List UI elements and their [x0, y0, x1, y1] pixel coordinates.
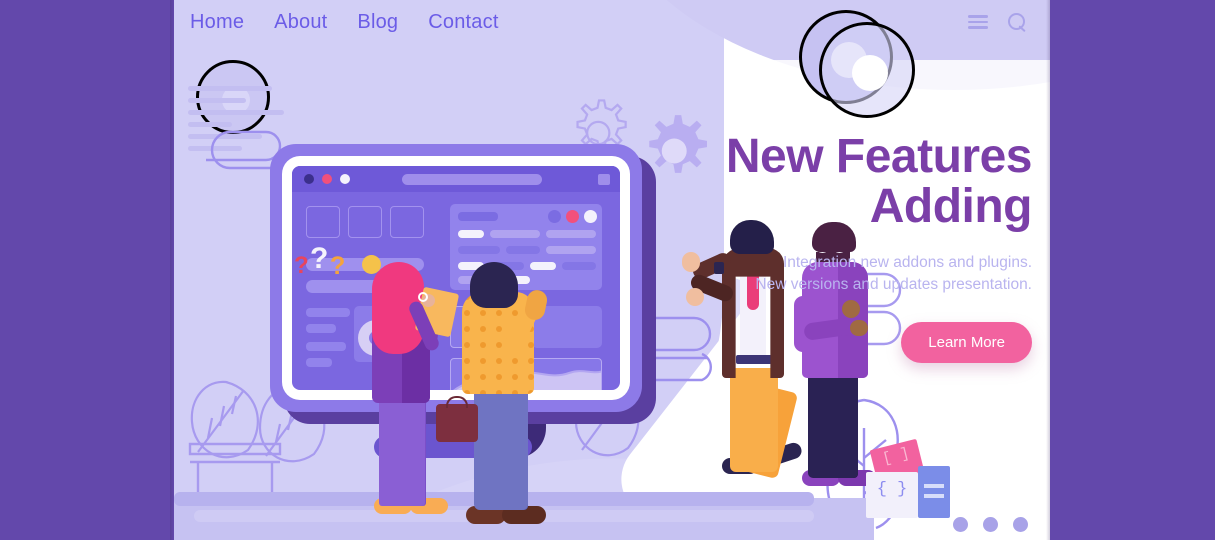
panel-row-2b: [506, 246, 540, 254]
panel-row-1a: [458, 230, 484, 238]
man-orange-hair: [470, 262, 518, 308]
browser-dot-3: [340, 174, 350, 184]
dashboard-line-1: [306, 308, 350, 317]
panel-row-3d: [562, 262, 596, 270]
hero-stage: ? ? ? [] {} Home About Blog Contact Ne…: [174, 0, 1050, 540]
woman-legs: [379, 388, 425, 506]
dashboard-line-4: [306, 358, 332, 367]
dashboard-card-1: [306, 206, 340, 238]
dashboard-line-2: [306, 324, 336, 333]
hamburger-menu-icon[interactable]: [968, 15, 988, 29]
nav-link-about[interactable]: About: [274, 11, 327, 34]
page-title-line-2: Adding: [869, 180, 1033, 233]
carousel-dot-1[interactable]: [953, 517, 968, 532]
book-side-line-2: [924, 494, 944, 498]
briefcase-icon: [436, 404, 478, 442]
frame-left: [0, 0, 174, 540]
dashboard-card-2: [348, 206, 382, 238]
browser-address-bar: [402, 174, 542, 185]
learn-more-button[interactable]: Learn More: [901, 322, 1032, 363]
page-title-line-1: New Features: [725, 130, 1033, 183]
nav-link-blog[interactable]: Blog: [357, 11, 398, 34]
nav-icons: [968, 13, 1026, 31]
panel-dot-2: [566, 210, 579, 223]
nav-link-contact[interactable]: Contact: [428, 11, 498, 34]
search-icon[interactable]: [1008, 13, 1026, 31]
panel-row-1c: [546, 230, 596, 238]
woman-earring: [418, 292, 428, 302]
monitor: [270, 144, 642, 412]
man-purple-legs: [808, 368, 858, 478]
book-side-line-1: [924, 484, 944, 488]
panel-title: [458, 212, 498, 221]
panel-row-2c: [546, 246, 596, 254]
frame-shadow-right: [1046, 0, 1050, 540]
hero-subtitle-line-1: Integration new addons and plugins.: [782, 254, 1032, 271]
frame-shadow-left: [170, 0, 174, 540]
panel-row-2a: [458, 246, 500, 254]
browser-dot-2: [322, 174, 332, 184]
briefcase-handle: [446, 396, 468, 408]
hero-subtitle-line-2: New versions and updates presentation.: [755, 276, 1032, 293]
page-title: New Features Adding: [702, 130, 1033, 233]
panel-dot-1: [548, 210, 561, 223]
nav-links: Home About Blog Contact: [190, 11, 499, 34]
carousel-dot-3[interactable]: [1013, 517, 1028, 532]
man-brown-hand-up: [682, 252, 700, 272]
carousel-dots: [953, 517, 1028, 532]
book-front-symbol: { }: [876, 480, 908, 499]
dashboard-line-3: [306, 342, 346, 351]
frame-right: [1050, 0, 1215, 540]
question-mark-2: ?: [310, 242, 329, 275]
hero-subtitle: Integration new addons and plugins. New …: [702, 252, 1032, 296]
book-side: [918, 466, 950, 518]
browser-dot-1: [304, 174, 314, 184]
panel-dot-3: [584, 210, 597, 223]
panel-row-1b: [490, 230, 540, 238]
hero-copy: New Features Adding Integration new addo…: [702, 130, 1033, 363]
carousel-dot-2[interactable]: [983, 517, 998, 532]
nav-link-home[interactable]: Home: [190, 11, 244, 34]
question-mark-3: ?: [330, 252, 346, 280]
panel-row-3c: [530, 262, 556, 270]
dashboard-card-3: [390, 206, 424, 238]
question-mark-1: ?: [294, 252, 309, 279]
browser-corner-button: [598, 174, 610, 185]
man-brown-legs: [730, 368, 778, 472]
page-root: ? ? ? [] {} Home About Blog Contact Ne…: [0, 0, 1215, 540]
man-orange-legs: [474, 378, 528, 510]
top-navigation: Home About Blog Contact: [174, 0, 1050, 44]
